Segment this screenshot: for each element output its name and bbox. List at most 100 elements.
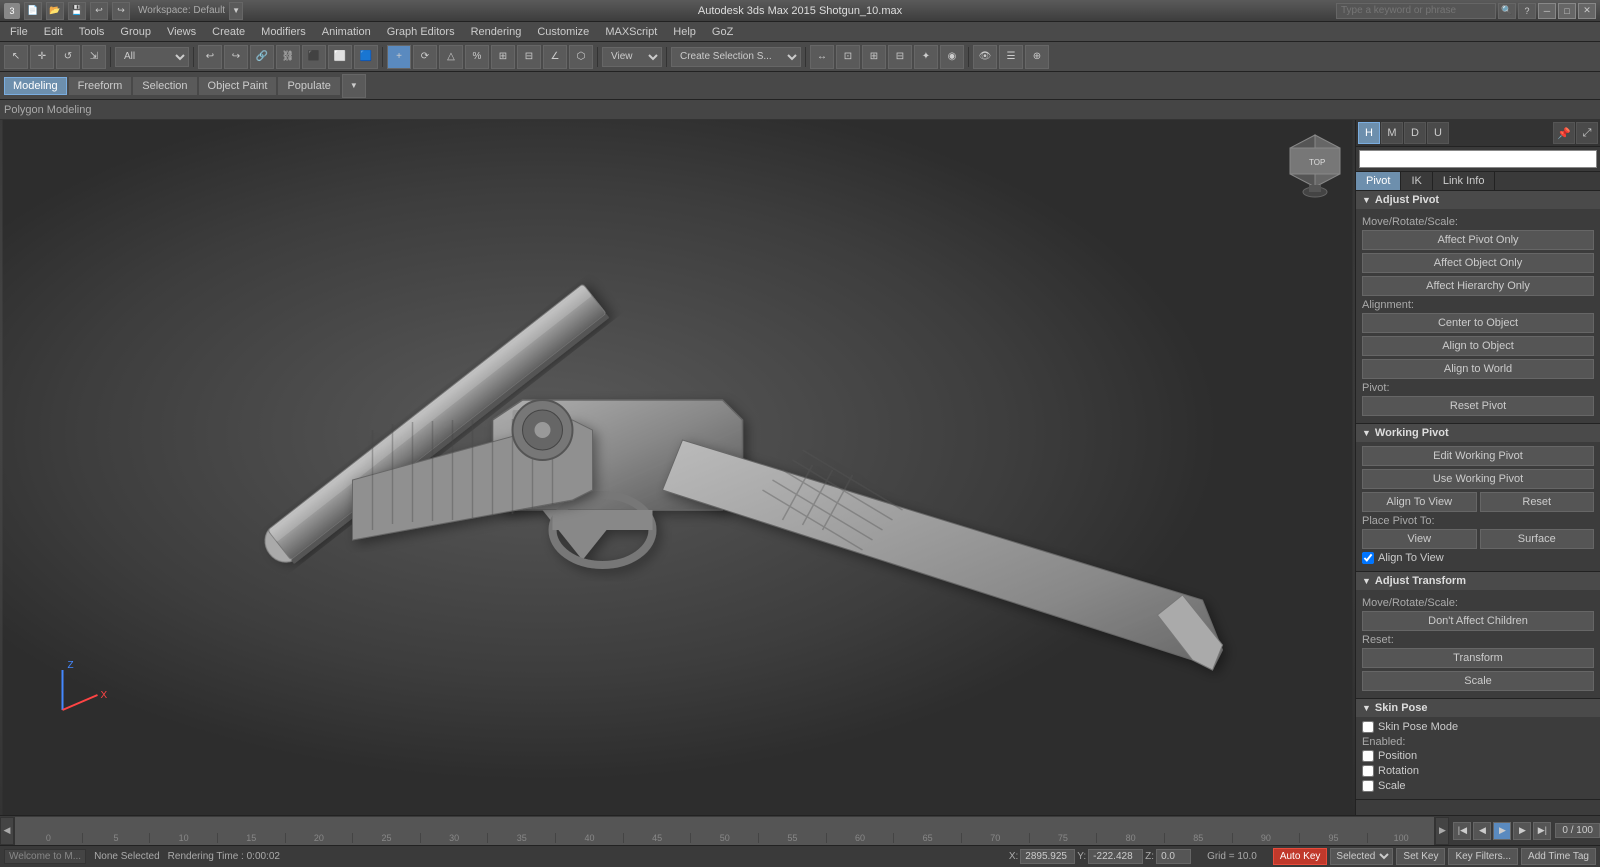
- ribbon-tab-modeling[interactable]: Modeling: [4, 77, 67, 95]
- spinner-snap-btn[interactable]: ⬡: [569, 45, 593, 69]
- skin-pose-mode-checkbox[interactable]: [1362, 721, 1374, 733]
- panel-pin-icon[interactable]: 📌: [1553, 122, 1575, 144]
- panel-icon-utilities[interactable]: U: [1427, 122, 1449, 144]
- help-btn[interactable]: ?: [1518, 3, 1536, 19]
- bind-btn[interactable]: ⬛: [302, 45, 326, 69]
- unlink-btn[interactable]: ⛓: [276, 45, 300, 69]
- redo-btn[interactable]: ↪: [112, 2, 130, 20]
- reset-pivot-btn[interactable]: Reset Pivot: [1362, 396, 1594, 416]
- viewport[interactable]: [+] [Perspective] [Realistic]: [0, 120, 1355, 815]
- angle-snap-btn[interactable]: ∠: [543, 45, 567, 69]
- undo-scene-btn[interactable]: ↩: [198, 45, 222, 69]
- surface-btn[interactable]: Surface: [1480, 529, 1595, 549]
- scale-tool-btn[interactable]: ⇲: [82, 45, 106, 69]
- percent-btn[interactable]: %: [465, 45, 489, 69]
- select-tool-btn[interactable]: ↖: [4, 45, 28, 69]
- panel-expand-icon[interactable]: ⤢: [1576, 122, 1598, 144]
- tab-ik[interactable]: IK: [1401, 172, 1432, 190]
- use-working-pivot-btn[interactable]: Use Working Pivot: [1362, 469, 1594, 489]
- move-btn[interactable]: +: [387, 45, 411, 69]
- ribbon-tab-populate[interactable]: Populate: [278, 77, 339, 95]
- normal-align-btn[interactable]: ⊟: [888, 45, 912, 69]
- go-start-btn[interactable]: |◀: [1453, 822, 1471, 840]
- panel-icon-hierarchy[interactable]: H: [1358, 122, 1380, 144]
- isolate-btn[interactable]: ◉: [940, 45, 964, 69]
- menu-group[interactable]: Group: [112, 24, 159, 40]
- mirror-btn[interactable]: ↔: [810, 45, 834, 69]
- affect-pivot-only-btn[interactable]: Affect Pivot Only: [1362, 230, 1594, 250]
- scale-checkbox[interactable]: [1362, 780, 1374, 792]
- affect-object-only-btn[interactable]: Affect Object Only: [1362, 253, 1594, 273]
- move-tool-btn[interactable]: ✛: [30, 45, 54, 69]
- add-time-tag-btn[interactable]: Add Time Tag: [1521, 848, 1596, 865]
- ribbon-tab-selection[interactable]: Selection: [133, 77, 196, 95]
- search-icon-btn[interactable]: 🔍: [1498, 3, 1516, 19]
- adjust-pivot-header[interactable]: ▼ Adjust Pivot: [1356, 191, 1600, 209]
- tab-link-info[interactable]: Link Info: [1433, 172, 1496, 190]
- menu-file[interactable]: File: [2, 24, 36, 40]
- panel-search-input[interactable]: [1359, 150, 1597, 168]
- key-filters-btn[interactable]: Key Filters...: [1448, 848, 1518, 865]
- view-btn[interactable]: View: [1362, 529, 1477, 549]
- reset-btn[interactable]: Reset: [1480, 492, 1595, 512]
- center-to-object-btn[interactable]: Center to Object: [1362, 313, 1594, 333]
- ribbon-dropdown-btn[interactable]: ▼: [342, 74, 366, 98]
- menu-edit[interactable]: Edit: [36, 24, 71, 40]
- align-to-world-btn[interactable]: Align to World: [1362, 359, 1594, 379]
- navigation-cube[interactable]: TOP: [1285, 130, 1345, 190]
- next-frame-btn[interactable]: ▶: [1513, 822, 1531, 840]
- working-pivot-header[interactable]: ▼ Working Pivot: [1356, 424, 1600, 442]
- new-btn[interactable]: 📄: [24, 2, 42, 20]
- menu-create[interactable]: Create: [204, 24, 253, 40]
- panel-icon-motion[interactable]: M: [1381, 122, 1403, 144]
- menu-goz[interactable]: GoZ: [704, 24, 741, 40]
- select-filter-btn[interactable]: ⬜: [328, 45, 352, 69]
- edit-working-pivot-btn[interactable]: Edit Working Pivot: [1362, 446, 1594, 466]
- menu-animation[interactable]: Animation: [314, 24, 379, 40]
- snap2d-btn[interactable]: ⊟: [517, 45, 541, 69]
- menu-modifiers[interactable]: Modifiers: [253, 24, 314, 40]
- search-input[interactable]: [1336, 3, 1496, 19]
- all-dropdown[interactable]: All Geometry Shapes: [115, 47, 189, 67]
- position-checkbox[interactable]: [1362, 750, 1374, 762]
- play-back-btn[interactable]: ◀: [0, 817, 14, 845]
- selection-dropdown[interactable]: Create Selection S...: [671, 47, 801, 67]
- view-dropdown[interactable]: View World Local: [602, 47, 662, 67]
- go-end-btn[interactable]: ▶|: [1533, 822, 1551, 840]
- prev-frame-btn[interactable]: ◀: [1473, 822, 1491, 840]
- align-to-object-btn[interactable]: Align to Object: [1362, 336, 1594, 356]
- play-forward-btn[interactable]: ▶: [1435, 817, 1449, 845]
- scale-btn[interactable]: Scale: [1362, 671, 1594, 691]
- redo-scene-btn[interactable]: ↪: [224, 45, 248, 69]
- rotate-tool-btn[interactable]: ↺: [56, 45, 80, 69]
- scale-btn[interactable]: △: [439, 45, 463, 69]
- auto-key-btn[interactable]: Auto Key: [1273, 848, 1328, 865]
- hide-btn[interactable]: 👁: [973, 45, 997, 69]
- dont-affect-children-btn[interactable]: Don't Affect Children: [1362, 611, 1594, 631]
- menu-maxscript[interactable]: MAXScript: [597, 24, 665, 40]
- timeline-track[interactable]: 0 5 10 15 20 25 30 35 40 45 50 55 60 65 …: [14, 817, 1435, 845]
- align-btn[interactable]: ⊡: [836, 45, 860, 69]
- align-to-view-checkbox[interactable]: [1362, 552, 1374, 564]
- rotate-btn[interactable]: ⟳: [413, 45, 437, 69]
- selected-dropdown[interactable]: Selected: [1330, 848, 1393, 865]
- menu-views[interactable]: Views: [159, 24, 204, 40]
- undo-btn[interactable]: ↩: [90, 2, 108, 20]
- ribbon-tab-freeform[interactable]: Freeform: [69, 77, 132, 95]
- skin-pose-header[interactable]: ▼ Skin Pose: [1356, 699, 1600, 717]
- menu-tools[interactable]: Tools: [71, 24, 113, 40]
- rotation-checkbox[interactable]: [1362, 765, 1374, 777]
- save-btn[interactable]: 💾: [68, 2, 86, 20]
- align-to-view-btn[interactable]: Align To View: [1362, 492, 1477, 512]
- menu-customize[interactable]: Customize: [529, 24, 597, 40]
- link-btn[interactable]: 🔗: [250, 45, 274, 69]
- panel-icon-display[interactable]: D: [1404, 122, 1426, 144]
- snap-btn[interactable]: ⊞: [491, 45, 515, 69]
- menu-rendering[interactable]: Rendering: [463, 24, 530, 40]
- tab-pivot[interactable]: Pivot: [1356, 172, 1401, 190]
- minimize-button[interactable]: ─: [1538, 3, 1556, 19]
- adjust-transform-header[interactable]: ▼ Adjust Transform: [1356, 572, 1600, 590]
- close-button[interactable]: ✕: [1578, 3, 1596, 19]
- display-btn[interactable]: ☰: [999, 45, 1023, 69]
- play-btn[interactable]: ▶: [1493, 822, 1511, 840]
